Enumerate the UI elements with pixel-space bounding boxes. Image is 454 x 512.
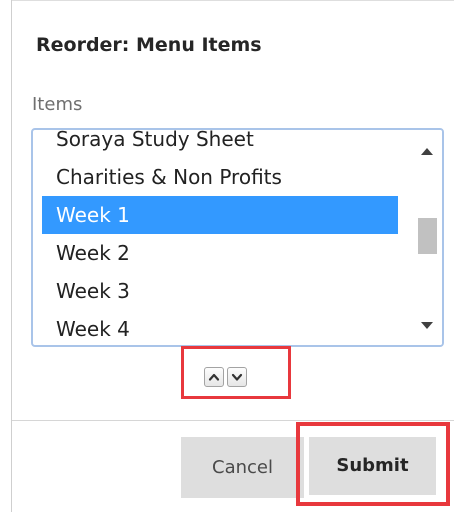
list-item[interactable]: Week 4 — [42, 310, 398, 345]
list-item-selected[interactable]: Week 1 — [42, 196, 398, 234]
cancel-button[interactable]: Cancel — [181, 437, 304, 498]
chevron-up-icon — [208, 373, 220, 381]
footer-divider — [12, 420, 454, 421]
scroll-up-arrow-icon[interactable] — [421, 148, 433, 155]
chevron-down-icon — [231, 373, 243, 381]
scrollbar-thumb[interactable] — [418, 218, 437, 254]
move-buttons-highlight — [181, 346, 291, 399]
items-label: Items — [32, 94, 83, 115]
dialog-title: Reorder: Menu Items — [36, 34, 262, 56]
items-list: Soraya Study Sheet Charities & Non Profi… — [33, 130, 413, 345]
move-down-button[interactable] — [227, 367, 247, 387]
list-item[interactable]: Soraya Study Sheet — [42, 130, 398, 158]
list-item[interactable]: Charities & Non Profits — [42, 158, 398, 196]
items-listbox[interactable]: Soraya Study Sheet Charities & Non Profi… — [31, 128, 444, 347]
list-item[interactable]: Week 3 — [42, 272, 398, 310]
reorder-dialog: Reorder: Menu Items Items Soraya Study S… — [0, 0, 454, 512]
list-scrollbar[interactable] — [413, 130, 442, 345]
dialog-left-border — [0, 0, 12, 512]
move-up-button[interactable] — [204, 367, 224, 387]
dialog-top-border — [12, 0, 454, 4]
scroll-down-arrow-icon[interactable] — [421, 322, 433, 329]
submit-button[interactable]: Submit — [309, 437, 436, 495]
list-item[interactable]: Week 2 — [42, 234, 398, 272]
submit-button-highlight: Submit — [296, 422, 450, 506]
